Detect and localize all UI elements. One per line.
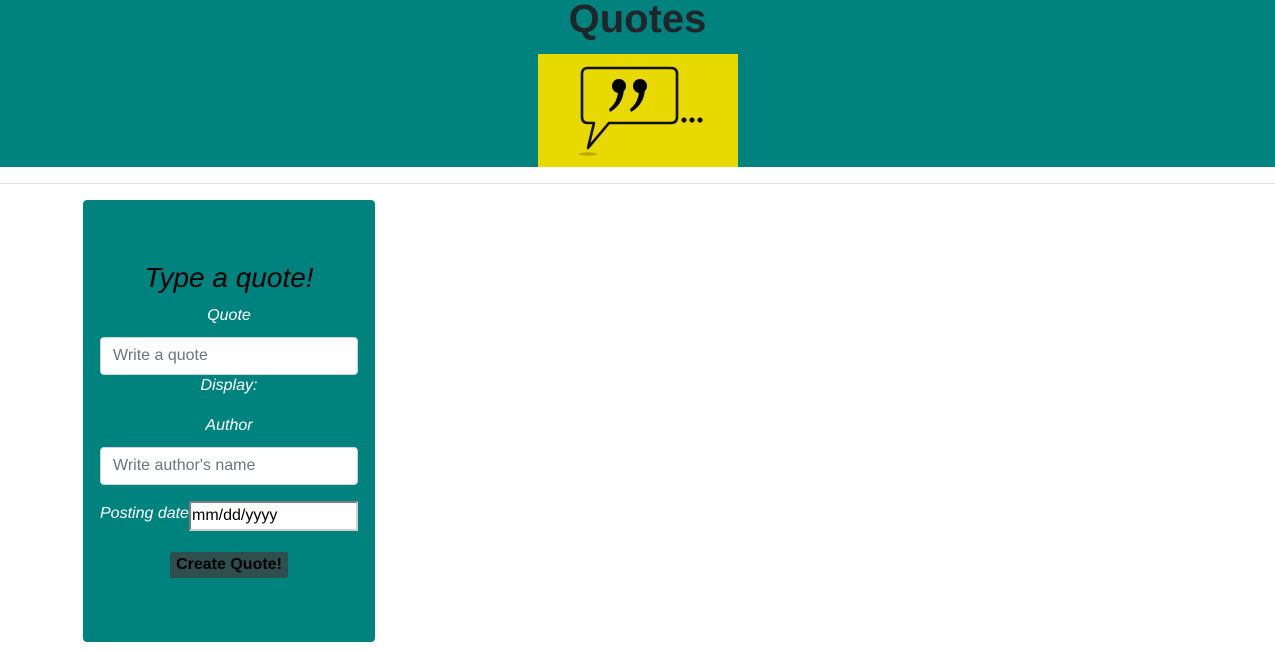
quote-form-card: Type a quote! Quote Display: Author Post… bbox=[83, 200, 375, 642]
display-label: Display: bbox=[200, 377, 258, 394]
create-quote-button[interactable]: Create Quote! bbox=[170, 552, 288, 578]
form-title: Type a quote! bbox=[144, 262, 314, 293]
author-label: Author bbox=[205, 417, 253, 434]
quote-label: Quote bbox=[207, 307, 251, 324]
author-input[interactable] bbox=[100, 447, 358, 485]
posting-date-input[interactable]: mm/dd/yyyy bbox=[189, 501, 358, 531]
header-divider bbox=[0, 183, 1275, 184]
logo bbox=[538, 54, 738, 167]
site-header: Quotes bbox=[0, 0, 1275, 167]
quote-input[interactable] bbox=[100, 337, 358, 375]
posting-date-label: Posting date bbox=[100, 505, 189, 522]
quote-speech-bubble-icon bbox=[579, 66, 703, 156]
site-title: Quotes bbox=[568, 0, 707, 41]
